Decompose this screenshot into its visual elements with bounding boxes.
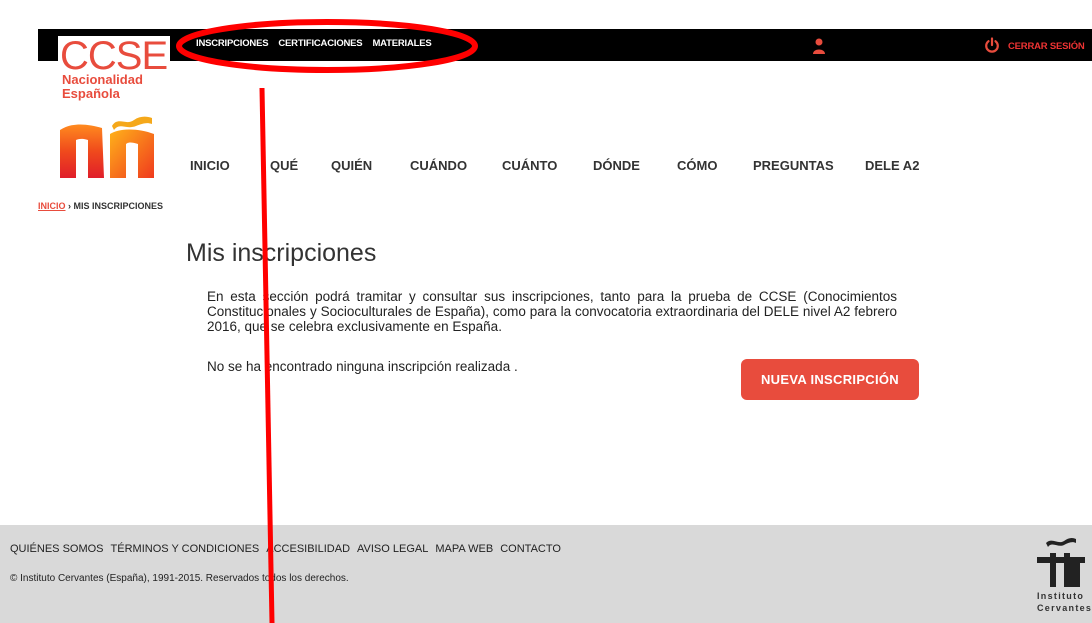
footer-link-mapa-web[interactable]: MAPA WEB — [435, 543, 493, 555]
footer-link-accesibilidad[interactable]: ACCESIBILIDAD — [266, 543, 350, 555]
main-nav-como[interactable]: CÓMO — [677, 158, 717, 173]
main-nav-que[interactable]: QUÉ — [270, 158, 298, 173]
top-nav: INSCRIPCIONES CERTIFICACIONES MATERIALES — [196, 38, 432, 49]
main-nav-cuando[interactable]: CUÁNDO — [410, 158, 467, 173]
footer-link-aviso-legal[interactable]: AVISO LEGAL — [357, 543, 428, 555]
intro-text: En esta sección podrá tramitar y consult… — [207, 289, 897, 334]
top-nav-inscripciones[interactable]: INSCRIPCIONES — [196, 38, 269, 49]
top-nav-materiales[interactable]: MATERIALES — [372, 38, 431, 49]
footer-link-terminos[interactable]: TÉRMINOS Y CONDICIONES — [111, 543, 260, 555]
instituto-cervantes-logo-icon[interactable] — [1036, 535, 1086, 587]
instituto-cervantes-wordmark: Instituto Cervantes — [1037, 590, 1092, 614]
empty-message: No se ha encontrado ninguna inscripción … — [207, 359, 518, 374]
footer-link-quienes-somos[interactable]: QUIÉNES SOMOS — [10, 543, 104, 555]
brand-line2: Cervantes — [1037, 603, 1092, 613]
breadcrumb: INICIO › MIS INSCRIPCIONES — [38, 201, 163, 211]
main-nav-cuanto[interactable]: CUÁNTO — [502, 158, 557, 173]
logout-link[interactable]: CERRAR SESIÓN — [1008, 41, 1085, 52]
main-nav-donde[interactable]: DÓNDE — [593, 158, 640, 173]
logo-subtitle: Nacionalidad Española — [62, 73, 143, 101]
logo-subtitle-line1: Nacionalidad — [62, 72, 143, 87]
logo-subtitle-line2: Española — [62, 86, 120, 101]
main-nav-quien[interactable]: QUIÉN — [331, 158, 372, 173]
brand-line1: Instituto — [1037, 591, 1085, 601]
footer-link-contacto[interactable]: CONTACTO — [500, 543, 561, 555]
breadcrumb-home-link[interactable]: INICIO — [38, 201, 66, 211]
user-icon[interactable] — [812, 38, 826, 54]
main-nav-dele-a2[interactable]: DELE A2 — [865, 158, 919, 173]
copyright-text: © Instituto Cervantes (España), 1991-201… — [10, 573, 349, 584]
logo-nn-icon[interactable] — [58, 112, 158, 178]
new-registration-button[interactable]: NUEVA INSCRIPCIÓN — [741, 359, 919, 400]
main-nav-preguntas[interactable]: PREGUNTAS — [753, 158, 834, 173]
footer-links: QUIÉNES SOMOS TÉRMINOS Y CONDICIONES ACC… — [10, 543, 561, 555]
main-nav-inicio[interactable]: INICIO — [190, 158, 230, 173]
breadcrumb-separator: › — [65, 201, 74, 211]
power-icon[interactable] — [984, 37, 1000, 53]
page-title: Mis inscripciones — [186, 239, 377, 267]
top-nav-certificaciones[interactable]: CERTIFICACIONES — [278, 38, 362, 49]
breadcrumb-current: MIS INSCRIPCIONES — [73, 201, 164, 211]
